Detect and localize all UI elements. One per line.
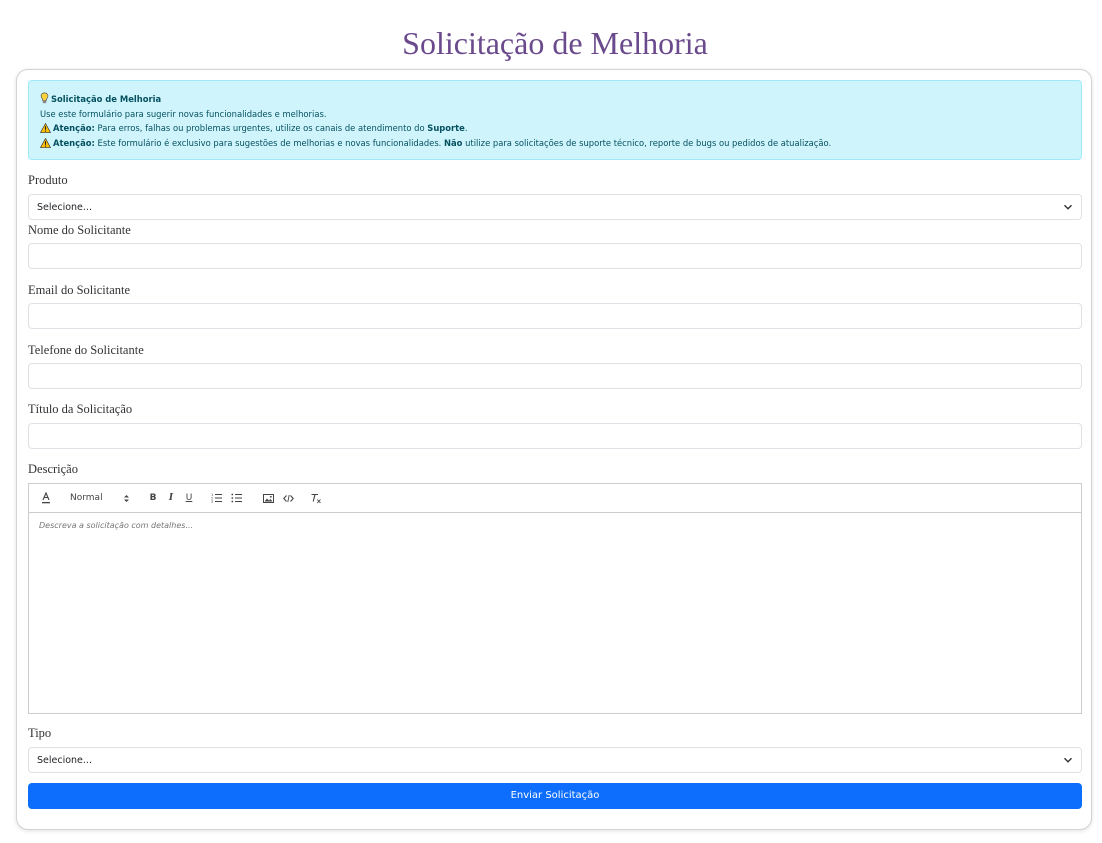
chevron-down-icon <box>1064 204 1072 210</box>
tipo-select[interactable]: Selecione... <box>28 747 1082 773</box>
alert-heading: Solicitação de Melhoria <box>51 94 162 104</box>
up-down-arrows-icon <box>124 494 129 502</box>
tipo-select-value: Selecione... <box>37 754 92 766</box>
text-color-button[interactable] <box>40 490 52 506</box>
ordered-list-button[interactable]: 1 2 3 <box>210 490 224 506</box>
nome-label: Nome do Solicitante <box>28 223 131 237</box>
italic-button[interactable]: I <box>166 490 176 506</box>
email-label: Email do Solicitante <box>28 283 131 297</box>
warning-2-strong: Não <box>444 137 463 148</box>
warning-2-suffix: utilize para solicitações de suporte téc… <box>462 137 832 148</box>
bullet-list-button[interactable] <box>230 490 244 506</box>
descricao-label: Descrição <box>28 462 78 476</box>
header-select-value: Normal <box>70 493 103 503</box>
telefone-label: Telefone do Solicitante <box>28 343 144 357</box>
warning-1-strong: Suporte <box>427 123 465 133</box>
produto-select-value: Selecione... <box>37 201 92 213</box>
alert-description: Use este formulário para sugerir novas f… <box>40 108 327 119</box>
bullet-list-icon <box>231 493 242 503</box>
clear-format-button[interactable] <box>310 490 322 506</box>
titulo-input[interactable] <box>28 423 1082 449</box>
bold-button[interactable]: B <box>148 490 158 506</box>
warning-2-prefix: Atenção: <box>53 137 95 148</box>
ordered-list-icon: 1 2 3 <box>211 493 222 503</box>
submit-button[interactable]: Enviar Solicitação <box>28 783 1082 809</box>
image-icon <box>262 493 274 503</box>
tipo-label: Tipo <box>28 726 52 740</box>
code-button[interactable] <box>282 490 294 506</box>
warning-1-text: Para erros, falhas ou problemas urgentes… <box>94 123 428 133</box>
warning-1-suffix: . <box>464 123 468 133</box>
nome-input[interactable] <box>28 243 1082 269</box>
telefone-input[interactable] <box>28 363 1082 389</box>
lightbulb-icon <box>40 92 49 104</box>
form-card: Solicitação de Melhoria Use este formulá… <box>16 69 1092 830</box>
produto-label: Produto <box>28 173 68 187</box>
alert-heading-line: Solicitação de Melhoria <box>40 92 1070 107</box>
warning-2-text: Este formulário é exclusivo para sugestõ… <box>94 137 445 148</box>
clear-format-icon <box>311 493 321 503</box>
warning-icon <box>40 137 51 148</box>
chevron-down-icon <box>1064 757 1072 763</box>
descricao-placeholder: Descreva a solicitação com detalhes... <box>39 521 194 530</box>
header-select[interactable]: Normal <box>70 490 130 506</box>
alert-warning-2: Atenção: Este formulário é exclusivo par… <box>40 136 1070 151</box>
editor-toolbar: Normal B I U 1 2 3 <box>28 483 1082 513</box>
warning-icon <box>40 123 51 133</box>
code-icon <box>282 494 294 502</box>
descricao-editor[interactable]: Descreva a solicitação com detalhes... <box>28 513 1082 714</box>
email-input[interactable] <box>28 303 1082 329</box>
info-alert: Solicitação de Melhoria Use este formulá… <box>28 80 1082 160</box>
titulo-label: Título da Solicitação <box>28 402 133 416</box>
produto-select[interactable]: Selecione... <box>28 194 1082 220</box>
text-color-icon <box>42 492 50 504</box>
underline-button[interactable]: U <box>184 490 194 506</box>
warning-1-prefix: Atenção: <box>53 123 95 133</box>
image-button[interactable] <box>262 490 274 506</box>
page-title: Solicitação de Melhoria <box>402 25 708 62</box>
svg-text:3: 3 <box>211 500 213 503</box>
alert-warning-1: Atenção: Para erros, falhas ou problemas… <box>40 121 1070 136</box>
